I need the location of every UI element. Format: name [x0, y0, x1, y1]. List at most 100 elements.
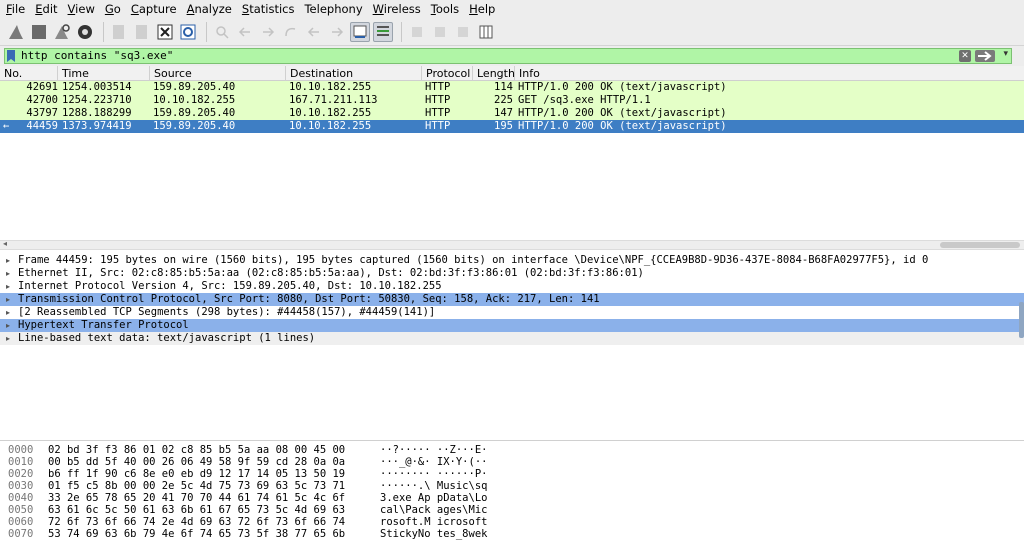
menu-help[interactable]: Help — [469, 2, 495, 16]
hex-bytes: 63 61 6c 5c 50 61 63 6b 61 67 65 73 5c 4… — [48, 504, 346, 516]
menu-view[interactable]: View — [68, 2, 95, 16]
menu-analyze[interactable]: Analyze — [187, 2, 232, 16]
column-header-time[interactable]: Time — [58, 66, 150, 81]
menu-file[interactable]: File — [6, 2, 25, 16]
packet-row[interactable]: ← 44459 1373.974419 159.89.205.40 10.10.182.… — [0, 120, 1024, 133]
menu-tools[interactable]: Tools — [431, 2, 459, 16]
hex-offset: 0020 — [8, 468, 34, 480]
expand-arrow-icon[interactable]: ▸ — [6, 293, 10, 306]
colorize-icon[interactable] — [373, 21, 393, 42]
toolbar-separator — [401, 21, 402, 42]
menu-go[interactable]: Go — [105, 2, 121, 16]
hex-offset: 0050 — [8, 504, 34, 516]
packet-cell-time: 1288.188299 — [62, 107, 132, 119]
save-file-icon[interactable] — [132, 22, 152, 42]
display-filter-input[interactable]: http contains "sq3.exe" ✕ ▾ — [4, 48, 1012, 64]
packet-cell-dst: 10.10.182.255 — [289, 120, 372, 132]
apply-filter-arrow-icon[interactable] — [975, 50, 995, 62]
packet-cell-info: HTTP/1.0 200 OK (text/javascript) — [518, 120, 727, 132]
menu-statistics[interactable]: Statistics — [242, 2, 295, 16]
column-header-no[interactable]: No. — [0, 66, 58, 81]
main-toolbar — [0, 18, 1024, 46]
packet-cell-src: 10.10.182.255 — [153, 94, 236, 106]
gear-options-icon[interactable] — [75, 22, 95, 42]
detail-tree-row[interactable]: ▸ Internet Protocol Version 4, Src: 159.8… — [0, 280, 1024, 293]
ascii-bytes: 3.exe Ap pData\Lo — [380, 492, 488, 504]
column-header-info[interactable]: Info — [515, 66, 1024, 81]
filter-text[interactable]: http contains "sq3.exe" — [21, 49, 173, 63]
stop-square-icon[interactable] — [29, 22, 49, 42]
packet-details-tree: ▸ Frame 44459: 195 bytes on wire (1560 bi… — [0, 254, 1024, 434]
packet-cell-proto: HTTP — [425, 107, 451, 119]
scroll-left-icon[interactable]: ◂ — [3, 239, 7, 248]
ascii-bytes: ··?····· ··Z···E· — [380, 444, 488, 456]
column-header-destination[interactable]: Destination — [286, 66, 422, 81]
packet-cell-info: GET /sq3.exe HTTP/1.1 — [518, 94, 651, 106]
menu-edit[interactable]: Edit — [35, 2, 57, 16]
expand-arrow-icon[interactable]: ▸ — [6, 280, 10, 293]
bookmark-icon[interactable] — [7, 50, 15, 62]
packet-cell-len: 225 — [494, 94, 513, 106]
ascii-bytes: ········ ······P· — [380, 468, 488, 480]
expand-arrow-icon[interactable]: ▸ — [6, 332, 10, 345]
find-icon[interactable] — [212, 22, 232, 42]
close-file-icon[interactable] — [155, 22, 175, 42]
hex-offset: 0060 — [8, 516, 34, 528]
expand-arrow-icon[interactable]: ▸ — [6, 254, 10, 267]
last-packet-icon[interactable] — [327, 22, 347, 42]
reload-icon[interactable] — [178, 22, 198, 42]
jump-icon[interactable] — [281, 22, 301, 42]
column-header-protocol[interactable]: Protocol — [422, 66, 473, 81]
back-arrow-icon[interactable] — [235, 22, 255, 42]
restart-fin-icon[interactable] — [52, 22, 72, 42]
detail-tree-row[interactable]: ▸ [2 Reassembled TCP Segments (298 bytes)… — [0, 306, 1024, 319]
packet-cell-proto: HTTP — [425, 81, 451, 93]
resize-columns-icon[interactable] — [476, 22, 496, 42]
packet-cell-no: 43797 — [26, 107, 58, 119]
packet-cell-dst: 167.71.211.113 — [289, 94, 378, 106]
filter-dropdown-icon[interactable]: ▾ — [1003, 49, 1008, 59]
scrollbar-thumb[interactable] — [940, 242, 1020, 248]
zoom-in-icon[interactable] — [407, 22, 427, 42]
detail-text: Hypertext Transfer Protocol — [18, 319, 189, 331]
packet-row[interactable]: 42700 1254.223710 10.10.182.255 167.71.211.… — [0, 94, 1024, 107]
ascii-bytes: cal\Pack ages\Mic — [380, 504, 488, 516]
detail-text: Internet Protocol Version 4, Src: 159.89… — [18, 280, 442, 292]
detail-text: Transmission Control Protocol, Src Port:… — [18, 293, 600, 305]
detail-tree-row[interactable]: ▸ Ethernet II, Src: 02:c8:85:b5:5a:aa (02… — [0, 267, 1024, 280]
shark-fin-start-icon[interactable] — [6, 22, 26, 42]
pane-resize-handle[interactable] — [1019, 302, 1024, 338]
forward-arrow-icon[interactable] — [258, 22, 278, 42]
response-arrow-icon: ← — [3, 120, 10, 132]
ascii-bytes: ······.\ Music\sq — [380, 480, 488, 492]
clear-filter-icon[interactable]: ✕ — [959, 50, 971, 62]
hex-bytes: 72 6f 73 6f 66 74 2e 4d 69 63 72 6f 73 6… — [48, 516, 346, 528]
packet-cell-dst: 10.10.182.255 — [289, 81, 372, 93]
menu-capture[interactable]: Capture — [131, 2, 177, 16]
first-packet-icon[interactable] — [304, 22, 324, 42]
detail-tree-row[interactable]: ▸ Frame 44459: 195 bytes on wire (1560 bi… — [0, 254, 1024, 267]
detail-tree-row[interactable]: ▸ Transmission Control Protocol, Src Port… — [0, 293, 1024, 306]
normal-size-icon[interactable] — [453, 22, 473, 42]
packet-row[interactable]: 43797 1288.188299 159.89.205.40 10.10.182.2… — [0, 107, 1024, 120]
autoscroll-icon[interactable] — [350, 21, 370, 42]
expand-arrow-icon[interactable]: ▸ — [6, 267, 10, 280]
packet-row[interactable]: 42691 1254.003514 159.89.205.40 10.10.182.2… — [0, 81, 1024, 94]
menu-telephony[interactable]: Telephony — [304, 2, 362, 16]
menu-wireless[interactable]: Wireless — [373, 2, 421, 16]
zoom-out-icon[interactable] — [430, 22, 450, 42]
detail-text: Ethernet II, Src: 02:c8:85:b5:5a:aa (02:… — [18, 267, 644, 279]
packet-cell-dst: 10.10.182.255 — [289, 107, 372, 119]
packet-cell-len: 147 — [494, 107, 513, 119]
packet-cell-no: 42691 — [26, 81, 58, 93]
detail-tree-row[interactable]: ▸ Hypertext Transfer Protocol — [0, 319, 1024, 332]
hex-bytes: 00 b5 dd 5f 40 00 26 06 49 58 9f 59 cd 2… — [48, 456, 346, 468]
column-header-length[interactable]: Length — [473, 66, 515, 81]
expand-arrow-icon[interactable]: ▸ — [6, 306, 10, 319]
open-file-icon[interactable] — [109, 22, 129, 42]
packet-list-hscrollbar[interactable]: ◂ — [0, 239, 1024, 250]
column-header-source[interactable]: Source — [150, 66, 286, 81]
packet-cell-no: 44459 — [26, 120, 58, 132]
detail-tree-row[interactable]: ▸ Line-based text data: text/javascript (… — [0, 332, 1024, 345]
expand-arrow-icon[interactable]: ▸ — [6, 319, 10, 332]
